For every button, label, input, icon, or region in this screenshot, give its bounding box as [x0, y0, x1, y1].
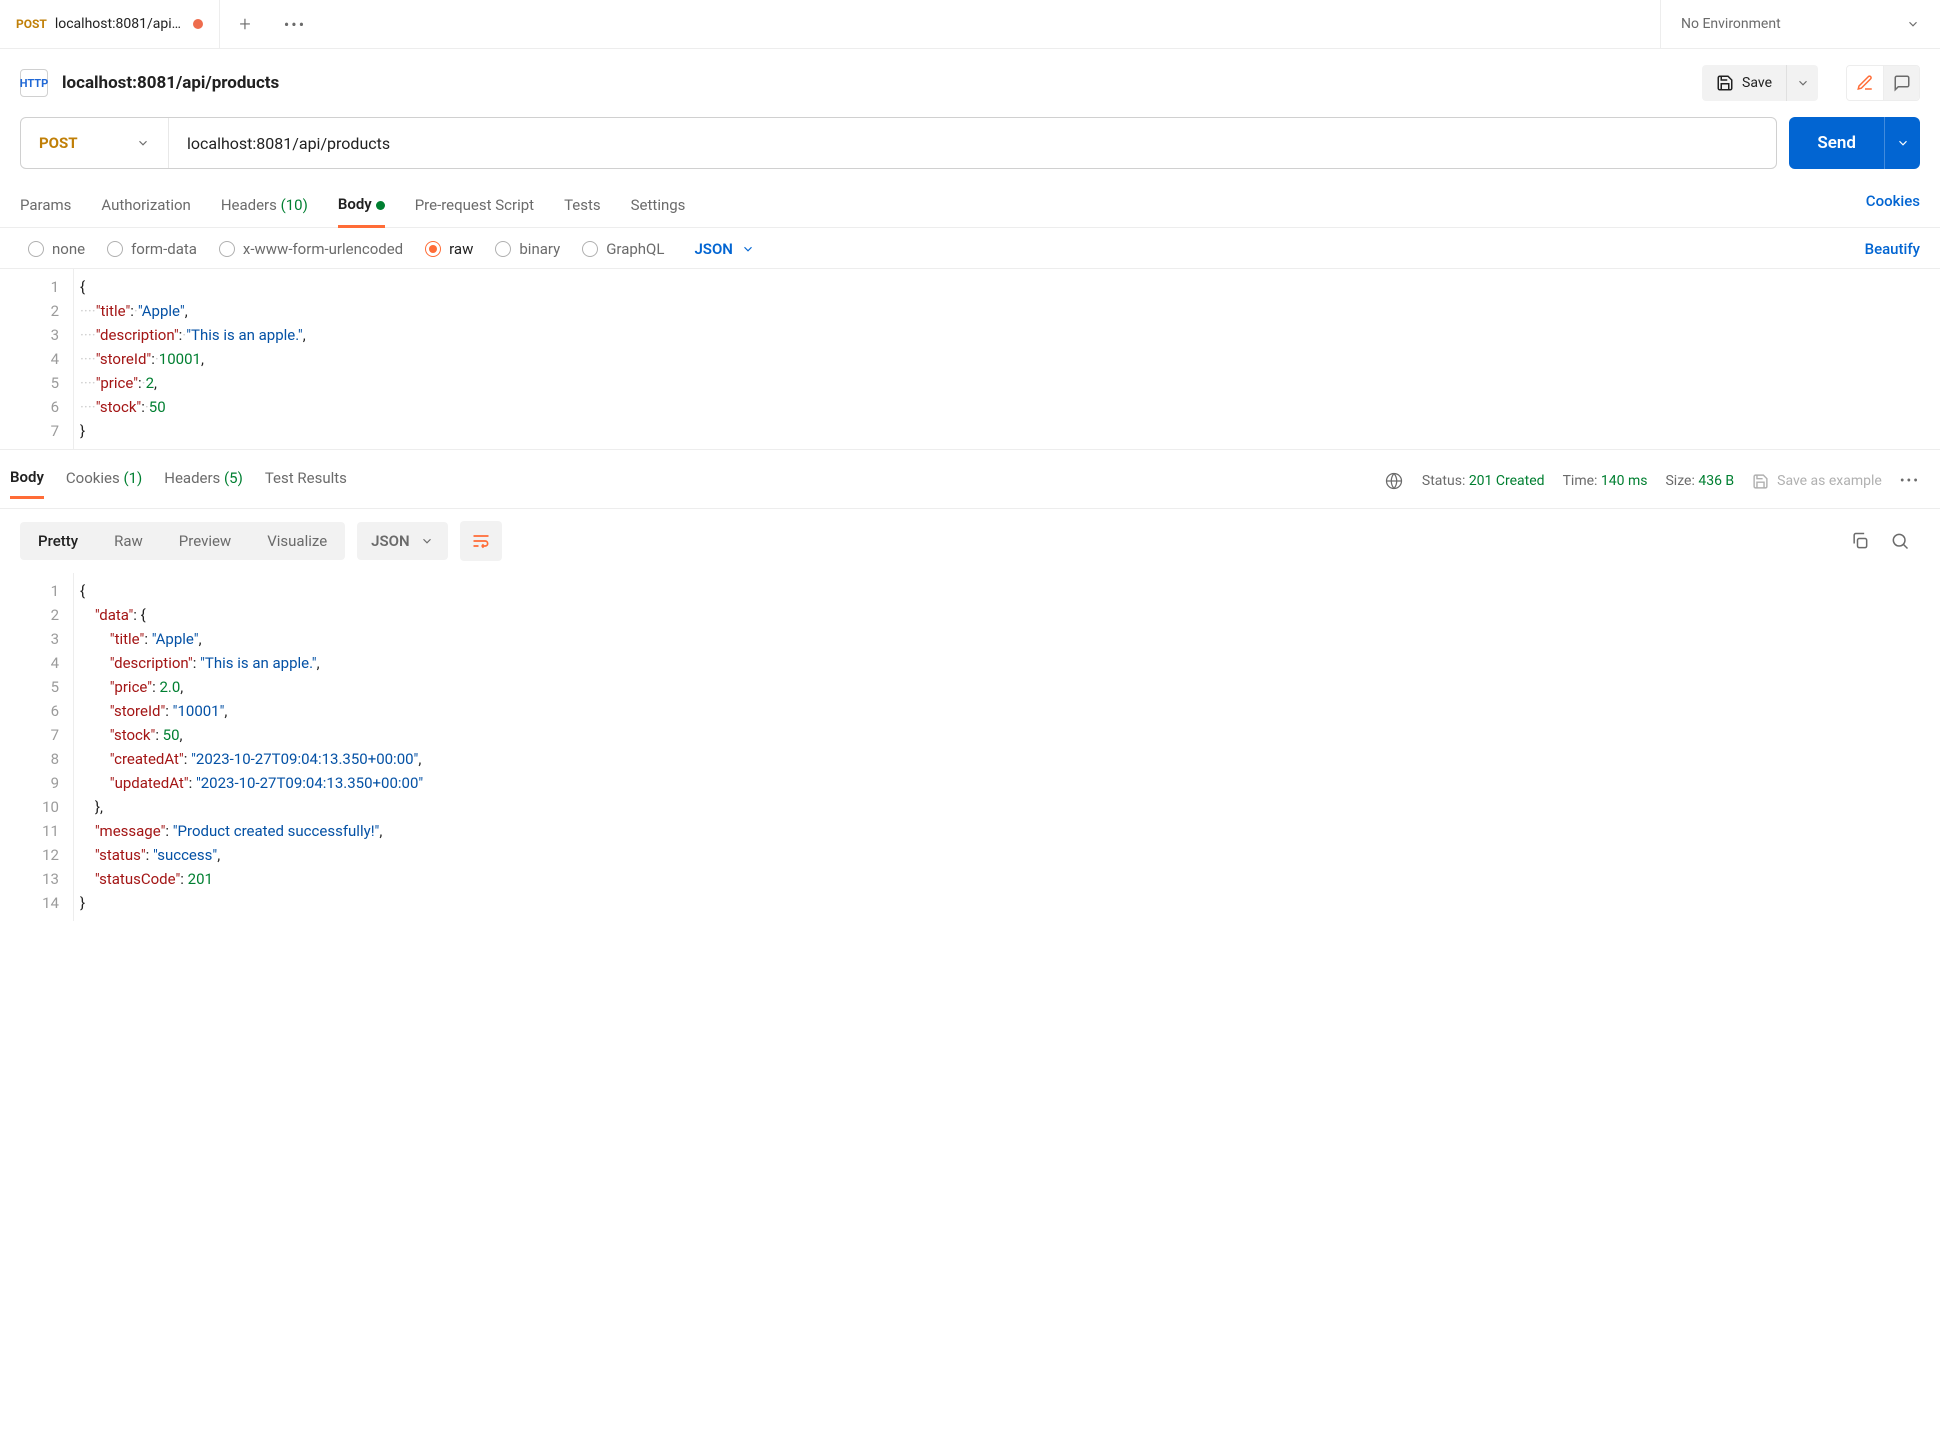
chevron-down-icon — [420, 534, 434, 548]
radio-icon — [28, 241, 44, 257]
view-visualize[interactable]: Visualize — [249, 522, 345, 560]
request-body-code: {····"title":·"Apple",····"description":… — [74, 269, 1940, 449]
response-format-selector[interactable]: JSON — [357, 522, 447, 560]
http-method-icon: HTTP — [20, 69, 48, 97]
radio-icon — [582, 241, 598, 257]
body-format-selector[interactable]: JSON — [694, 240, 754, 258]
resp-tab-headers[interactable]: Headers (5) — [164, 465, 243, 497]
save-as-example-button[interactable]: Save as example — [1752, 473, 1882, 490]
status-meta: Status: 201 Created — [1422, 473, 1545, 489]
body-type-formdata[interactable]: form-data — [107, 240, 197, 258]
response-body-viewer[interactable]: 1234567891011121314 { "data": { "title":… — [0, 573, 1940, 921]
send-button[interactable]: Send — [1789, 117, 1884, 169]
copy-icon — [1850, 531, 1870, 551]
request-tab[interactable]: POST localhost:8081/api/pro — [0, 0, 220, 48]
response-more-button[interactable]: ••• — [1900, 473, 1920, 489]
chevron-down-icon — [1906, 17, 1920, 31]
wrap-lines-button[interactable] — [460, 521, 502, 561]
tab-headers[interactable]: Headers (10) — [221, 188, 308, 226]
unsaved-dot-icon — [193, 19, 203, 29]
method-value: POST — [39, 134, 78, 152]
chevron-down-icon — [136, 136, 150, 150]
size-meta: Size: 436 B — [1665, 473, 1734, 489]
resp-tab-body[interactable]: Body — [10, 464, 44, 499]
radio-icon — [495, 241, 511, 257]
beautify-button[interactable]: Beautify — [1865, 240, 1920, 258]
chevron-down-icon — [1796, 76, 1810, 90]
radio-icon — [425, 241, 441, 257]
send-options-button[interactable] — [1884, 117, 1920, 169]
save-button[interactable]: Save — [1702, 65, 1786, 101]
search-icon — [1890, 531, 1910, 551]
view-pretty[interactable]: Pretty — [20, 522, 96, 560]
time-meta: Time: 140 ms — [1563, 473, 1648, 489]
method-selector[interactable]: POST — [21, 118, 169, 168]
save-label: Save — [1742, 75, 1772, 91]
tab-params[interactable]: Params — [20, 188, 71, 226]
response-body-code: { "data": { "title": "Apple", "descripti… — [74, 573, 1940, 921]
wrap-icon — [471, 531, 491, 551]
new-tab-button[interactable]: + — [220, 0, 270, 48]
save-disk-icon — [1752, 473, 1769, 490]
body-active-dot-icon — [376, 201, 385, 210]
search-response-button[interactable] — [1880, 521, 1920, 561]
edit-button[interactable] — [1847, 66, 1883, 100]
tab-tests[interactable]: Tests — [564, 188, 601, 226]
tab-overflow-button[interactable]: ••• — [270, 0, 320, 48]
request-title: localhost:8081/api/products — [62, 73, 1688, 93]
save-disk-icon — [1716, 74, 1734, 92]
comment-icon — [1893, 74, 1911, 92]
tab-settings[interactable]: Settings — [631, 188, 686, 226]
chevron-down-icon — [1896, 136, 1910, 150]
chevron-down-icon — [741, 242, 755, 256]
tab-prerequest-script[interactable]: Pre-request Script — [415, 188, 534, 226]
view-preview[interactable]: Preview — [161, 522, 249, 560]
resp-tab-testresults[interactable]: Test Results — [265, 465, 347, 497]
comments-button[interactable] — [1883, 66, 1919, 100]
tab-method-badge: POST — [16, 17, 47, 31]
tab-authorization[interactable]: Authorization — [101, 188, 190, 226]
tab-title: localhost:8081/api/pro — [55, 16, 185, 32]
pencil-icon — [1856, 74, 1874, 92]
cookies-link[interactable]: Cookies — [1866, 192, 1920, 222]
environment-selector[interactable]: No Environment — [1660, 0, 1940, 48]
url-input[interactable] — [169, 134, 1776, 153]
body-type-none[interactable]: none — [28, 240, 85, 258]
tab-body[interactable]: Body — [338, 187, 385, 228]
environment-label: No Environment — [1681, 16, 1781, 32]
request-body-editor[interactable]: 1234567 {····"title":·"Apple",····"descr… — [0, 269, 1940, 450]
resp-tab-cookies[interactable]: Cookies (1) — [66, 465, 142, 497]
body-type-graphql[interactable]: GraphQL — [582, 240, 664, 258]
view-raw[interactable]: Raw — [96, 522, 161, 560]
body-type-raw[interactable]: raw — [425, 240, 473, 258]
globe-icon[interactable] — [1384, 471, 1404, 491]
copy-response-button[interactable] — [1840, 521, 1880, 561]
body-type-xwwwform[interactable]: x-www-form-urlencoded — [219, 240, 403, 258]
body-type-binary[interactable]: binary — [495, 240, 560, 258]
save-options-button[interactable] — [1786, 65, 1818, 101]
radio-icon — [219, 241, 235, 257]
radio-icon — [107, 241, 123, 257]
